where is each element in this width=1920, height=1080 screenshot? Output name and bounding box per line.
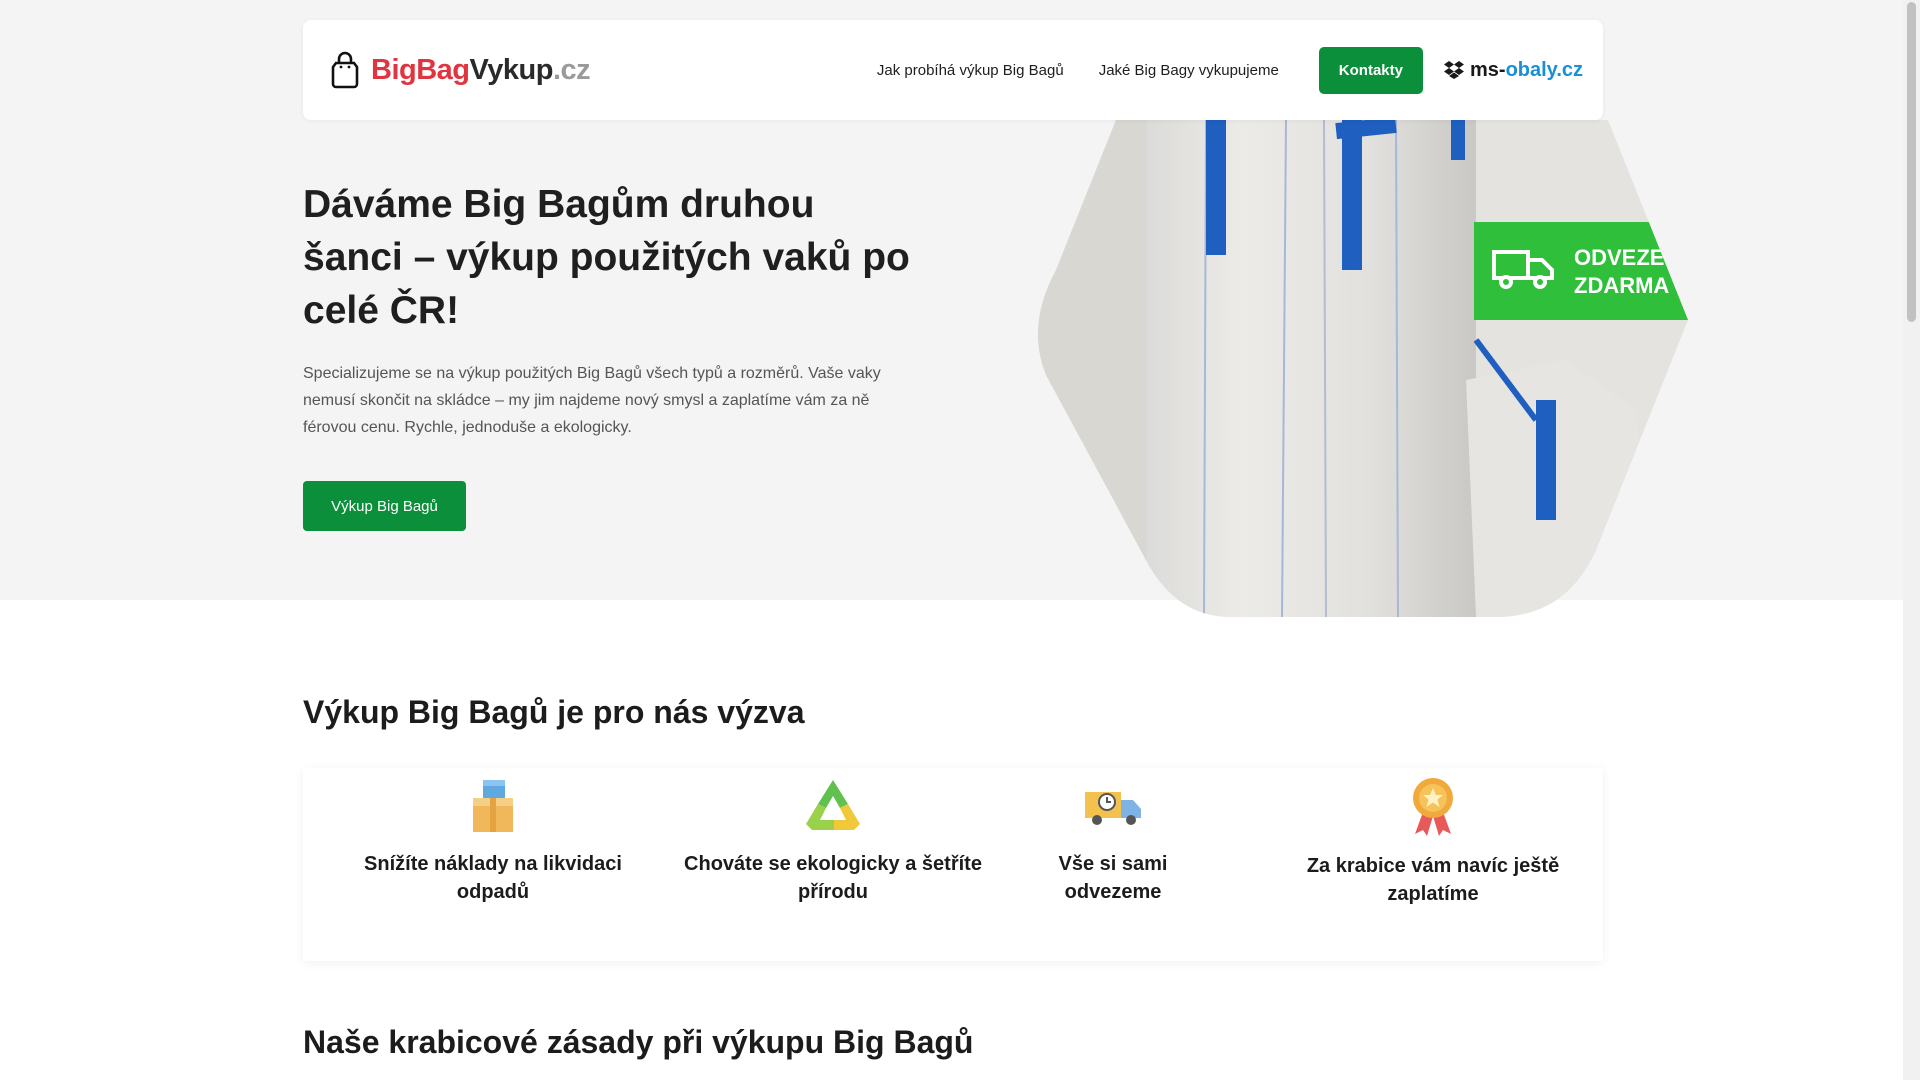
delivery-truck-icon xyxy=(1085,792,1141,825)
site-header: BigBagVykup.cz Jak probíhá výkup Big Bag… xyxy=(303,20,1603,120)
svg-text:ODVEZEME: ODVEZEME xyxy=(1574,245,1688,270)
hero-description: Specializujeme se na výkup použitých Big… xyxy=(303,365,881,436)
dropbox-box-icon xyxy=(1443,61,1464,79)
feature-item: Snížíte náklady na likvidaci odpadů xyxy=(343,768,643,906)
svg-text:ZDARMA: ZDARMA xyxy=(1574,273,1669,298)
boxes-icon xyxy=(473,780,513,832)
page-scrollbar[interactable] xyxy=(1903,0,1920,1080)
main-nav: Jak probíhá výkup Big Bagů Jaké Big Bagy… xyxy=(877,62,1279,79)
hero-title: Dáváme Big Bagům druhou šanci – výkup po… xyxy=(303,183,910,332)
nav-link-jak-probiha-vykup[interactable]: Jak probíhá výkup Big Bagů xyxy=(877,62,1064,79)
site-logo[interactable]: BigBagVykup.cz xyxy=(329,51,591,89)
feature-label: Chováte se ekologicky a šetříte přírodu xyxy=(684,853,982,903)
partner-logo-ms-obaly[interactable]: ms-obaly.cz xyxy=(1443,59,1583,82)
recycle-icon xyxy=(806,780,860,830)
nav-link-jake-big-bagy[interactable]: Jaké Big Bagy vykupujeme xyxy=(1099,62,1279,79)
feature-item: Chováte se ekologicky a šetříte přírodu xyxy=(673,768,993,906)
award-medal-icon xyxy=(1413,778,1453,836)
vykup-big-bagu-button[interactable]: Výkup Big Bagů xyxy=(303,481,466,531)
logo-text: BigBagVykup.cz xyxy=(371,53,591,86)
scrollbar-thumb[interactable] xyxy=(1907,2,1916,322)
kontakty-button[interactable]: Kontakty xyxy=(1318,46,1423,94)
feature-item: Vše si sami odvezeme xyxy=(1023,768,1203,906)
feature-item: Za krabice vám navíc ještě zaplatíme xyxy=(1283,768,1583,908)
hero-hexagon-image: ODVEZEME ZDARMA xyxy=(1038,120,1688,617)
shopping-bag-icon xyxy=(331,51,359,89)
feature-label: Vše si sami odvezeme xyxy=(1058,853,1168,903)
feature-label: Snížíte náklady na likvidaci odpadů xyxy=(364,853,622,903)
challenge-section-title: Výkup Big Bagů je pro nás výzva xyxy=(303,694,805,730)
features-card: Snížíte náklady na likvidaci odpadů Chov… xyxy=(303,768,1603,961)
principles-section-title: Naše krabicové zásady při výkupu Big Bag… xyxy=(303,1024,974,1060)
feature-label: Za krabice vám navíc ještě zaplatíme xyxy=(1306,855,1560,905)
